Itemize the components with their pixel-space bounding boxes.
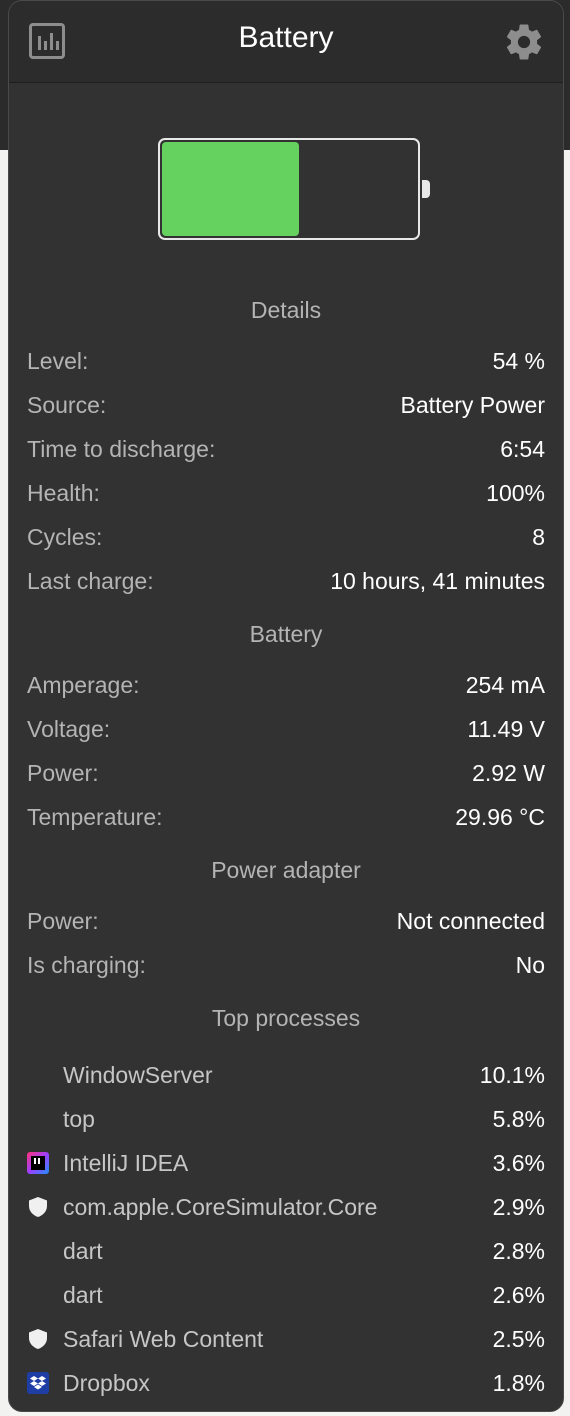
- row-value: 10 hours, 41 minutes: [330, 568, 545, 594]
- process-name: Dropbox: [63, 1370, 150, 1396]
- row-label: Temperature:: [27, 804, 163, 830]
- row-value: 6:54: [500, 436, 545, 462]
- process-name: IntelliJ IDEA: [63, 1150, 189, 1176]
- battery-terminal: [422, 180, 430, 198]
- process-name: dart: [63, 1238, 103, 1264]
- process-usage: 2.5%: [492, 1326, 545, 1352]
- row-label: Is charging:: [27, 952, 146, 978]
- section-title-top-processes: Top processes: [211, 1005, 361, 1031]
- process-usage: 2.9%: [492, 1194, 545, 1220]
- process-name: dart: [63, 1282, 103, 1308]
- battery-row-voltage: Voltage: 11.49 V: [27, 716, 545, 750]
- battery-popup-panel: Battery Details Level: 54 % Source: Batt…: [8, 0, 564, 1412]
- process-name: com.apple.CoreSimulator.Core: [63, 1194, 378, 1220]
- row-label: Cycles:: [27, 524, 103, 550]
- process-usage: 5.8%: [492, 1106, 545, 1132]
- process-row-safari-web-content[interactable]: Safari Web Content 2.5%: [27, 1326, 545, 1360]
- process-usage: 1.8%: [492, 1370, 545, 1396]
- row-label: Time to discharge:: [27, 436, 216, 462]
- battery-row-temperature: Temperature: 29.96 °C: [27, 804, 545, 838]
- battery-row-power: Power: 2.92 W: [27, 760, 545, 794]
- row-value: 11.49 V: [467, 716, 545, 742]
- detail-row-level: Level: 54 %: [27, 348, 545, 382]
- detail-row-source: Source: Battery Power: [27, 392, 545, 426]
- process-usage: 2.6%: [492, 1282, 545, 1308]
- detail-row-last-charge: Last charge: 10 hours, 41 minutes: [27, 568, 545, 602]
- process-usage: 3.6%: [492, 1150, 545, 1176]
- dropbox-icon: [27, 1372, 49, 1394]
- process-row-windowserver[interactable]: WindowServer 10.1%: [27, 1062, 545, 1096]
- adapter-row-is-charging: Is charging: No: [27, 952, 545, 986]
- row-value: Battery Power: [400, 392, 545, 418]
- row-label: Amperage:: [27, 672, 140, 698]
- detail-row-health: Health: 100%: [27, 480, 545, 514]
- row-value: Not connected: [396, 908, 545, 934]
- row-value: 54 %: [492, 348, 545, 374]
- row-value: 8: [532, 524, 545, 550]
- row-value: 254 mA: [465, 672, 545, 698]
- shield-icon: [29, 1197, 47, 1217]
- row-label: Health:: [27, 480, 100, 506]
- row-value: No: [515, 952, 545, 978]
- battery-fill: [162, 142, 299, 236]
- row-value: 2.92 W: [472, 760, 545, 786]
- process-name: top: [63, 1106, 95, 1132]
- process-name: WindowServer: [63, 1062, 213, 1088]
- row-label: Power:: [27, 760, 99, 786]
- process-usage: 10.1%: [479, 1062, 545, 1088]
- popup-header: Battery: [9, 1, 563, 83]
- row-value: 29.96 °C: [455, 804, 545, 830]
- intellij-icon: [27, 1152, 49, 1174]
- process-usage: 2.8%: [492, 1238, 545, 1264]
- process-row-dart[interactable]: dart 2.6%: [27, 1282, 545, 1316]
- row-label: Source:: [27, 392, 107, 418]
- process-name: Safari Web Content: [63, 1326, 264, 1352]
- row-label: Power:: [27, 908, 99, 934]
- process-row-dart[interactable]: dart 2.8%: [27, 1238, 545, 1272]
- section-title-power-adapter: Power adapter: [211, 857, 361, 883]
- detail-row-cycles: Cycles: 8: [27, 524, 545, 558]
- shield-icon: [29, 1329, 47, 1349]
- battery-level-indicator: [158, 138, 430, 240]
- section-title-battery: Battery: [249, 621, 323, 647]
- popup-title: Battery: [238, 21, 334, 54]
- process-row-intellij-idea[interactable]: IntelliJ IDEA 3.6%: [27, 1150, 545, 1184]
- battery-row-amperage: Amperage: 254 mA: [27, 672, 545, 706]
- row-value: 100%: [486, 480, 545, 506]
- row-label: Voltage:: [27, 716, 111, 742]
- process-row-coresimulator[interactable]: com.apple.CoreSimulator.Core 2.9%: [27, 1194, 545, 1228]
- row-label: Last charge:: [27, 568, 154, 594]
- process-row-top[interactable]: top 5.8%: [27, 1106, 545, 1140]
- adapter-row-power: Power: Not connected: [27, 908, 545, 942]
- gear-icon[interactable]: [503, 21, 545, 63]
- process-row-dropbox[interactable]: Dropbox 1.8%: [27, 1370, 545, 1404]
- detail-row-time-to-discharge: Time to discharge: 6:54: [27, 436, 545, 470]
- row-label: Level:: [27, 348, 89, 374]
- section-title-details: Details: [250, 297, 322, 323]
